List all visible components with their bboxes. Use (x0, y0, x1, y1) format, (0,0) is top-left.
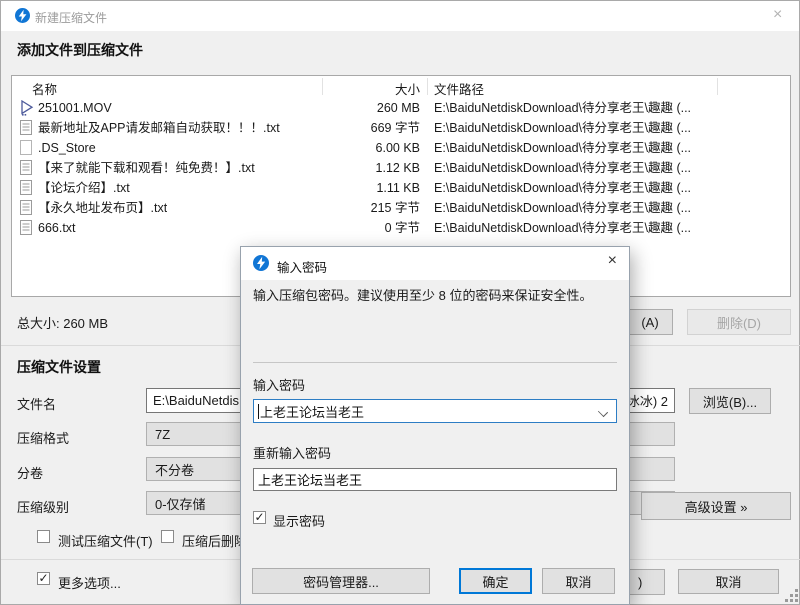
dialog-divider (253, 362, 617, 363)
file-size: 215 字节 (332, 198, 420, 218)
password-manager-button[interactable]: 密码管理器... (252, 568, 430, 594)
file-name: 666.txt (38, 218, 76, 238)
file-name: 【永久地址发布页】.txt (38, 198, 167, 218)
password-label: 输入密码 (253, 375, 305, 394)
file-row[interactable]: 【永久地址发布页】.txt 215 字节 E:\BaiduNetdiskDown… (12, 198, 790, 218)
resize-grip[interactable] (785, 599, 788, 602)
more-options-checkbox[interactable]: ✓ (37, 572, 50, 585)
text-file-icon (20, 220, 32, 241)
delete-after-checkbox[interactable] (161, 530, 174, 543)
more-options-label[interactable]: 更多选项... (58, 573, 121, 592)
filename-label: 文件名 (17, 394, 56, 413)
chevron-down-icon[interactable] (598, 407, 608, 417)
list-header: 名称 大小 文件路径 (12, 76, 790, 97)
file-name: 最新地址及APP请发邮箱自动获取！！！.txt (38, 118, 280, 138)
column-header-name[interactable]: 名称 (32, 79, 57, 98)
dialog-cancel-button[interactable]: 取消 (542, 568, 615, 594)
password-value: 上老王论坛当老王 (260, 402, 364, 421)
advanced-settings-button[interactable]: 高级设置 » (641, 492, 791, 520)
file-path: E:\BaiduNetdiskDownload\待分享老王\趣趣 (... (434, 178, 691, 198)
password-combobox[interactable]: 上老王论坛当老王 (253, 399, 617, 423)
confirm-password-input[interactable] (253, 468, 617, 491)
total-size-label: 总大小: 260 MB (17, 313, 108, 332)
level-value: 0-仅存储 (155, 494, 206, 513)
column-divider[interactable] (322, 78, 323, 95)
file-size: 260 MB (332, 98, 420, 118)
filename-value-right: 冰冰) 2 (627, 391, 668, 410)
column-header-size[interactable]: 大小 (332, 79, 420, 98)
file-row[interactable]: 最新地址及APP请发邮箱自动获取！！！.txt 669 字节 E:\BaiduN… (12, 118, 790, 138)
app-logo-icon (253, 255, 269, 276)
file-path: E:\BaiduNetdiskDownload\待分享老王\趣趣 (... (434, 138, 691, 158)
checkmark-icon: ✓ (254, 510, 264, 524)
dialog-titlebar: 输入密码 × (241, 247, 629, 280)
add-files-heading: 添加文件到压缩文件 (17, 40, 143, 60)
filename-value-left: E:\BaiduNetdis (153, 393, 239, 408)
checkmark-icon: ✓ (38, 571, 48, 585)
file-size: 1.11 KB (332, 178, 420, 198)
file-row[interactable]: 【来了就能下载和观看！纯免费！】.txt 1.12 KB E:\BaiduNet… (12, 158, 790, 178)
file-path: E:\BaiduNetdiskDownload\待分享老王\趣趣 (... (434, 218, 691, 238)
close-icon[interactable]: × (608, 253, 617, 269)
file-row[interactable]: 【论坛介绍】.txt 1.11 KB E:\BaiduNetdiskDownlo… (12, 178, 790, 198)
column-divider[interactable] (717, 78, 718, 95)
window-title: 新建压缩文件 (35, 9, 107, 26)
password-instruction: 输入压缩包密码。建议使用至少 8 位的密码来保证安全性。 (253, 287, 619, 305)
volume-value: 不分卷 (155, 460, 194, 479)
show-password-label[interactable]: 显示密码 (273, 511, 325, 530)
level-label: 压缩级别 (17, 497, 69, 516)
file-row[interactable]: 666.txt 0 字节 E:\BaiduNetdiskDownload\待分享… (12, 218, 790, 238)
file-size: 6.00 KB (332, 138, 420, 158)
show-password-checkbox[interactable]: ✓ (253, 511, 266, 524)
text-caret (258, 404, 259, 419)
file-path: E:\BaiduNetdiskDownload\待分享老王\趣趣 (... (434, 198, 691, 218)
delete-button[interactable]: 删除(D) (687, 309, 791, 335)
delete-after-label[interactable]: 压缩后删除 (182, 531, 247, 550)
confirm-password-label: 重新输入密码 (253, 443, 331, 462)
app-logo-icon (15, 8, 30, 28)
file-row[interactable]: .DS_Store 6.00 KB E:\BaiduNetdiskDownloa… (12, 138, 790, 158)
dialog-title: 输入密码 (277, 257, 327, 276)
browse-button[interactable]: 浏览(B)... (689, 388, 771, 414)
file-name: 251001.MOV (38, 98, 112, 118)
volume-label: 分卷 (17, 463, 43, 482)
archive-settings-heading: 压缩文件设置 (17, 357, 101, 377)
file-size: 1.12 KB (332, 158, 420, 178)
file-name: .DS_Store (38, 138, 96, 158)
start-button-partial[interactable]: ) (627, 569, 665, 595)
main-titlebar: 新建压缩文件 × (1, 1, 799, 31)
file-name: 【来了就能下载和观看！纯免费！】.txt (38, 158, 255, 178)
close-icon[interactable]: × (773, 7, 782, 23)
ok-button[interactable]: 确定 (459, 568, 532, 594)
column-header-path[interactable]: 文件路径 (434, 79, 484, 98)
file-path: E:\BaiduNetdiskDownload\待分享老王\趣趣 (... (434, 118, 691, 138)
file-path: E:\BaiduNetdiskDownload\待分享老王\趣趣 (... (434, 98, 691, 118)
main-cancel-button[interactable]: 取消 (678, 569, 779, 594)
column-divider[interactable] (427, 78, 428, 95)
add-button-partial[interactable]: (A) (627, 309, 673, 335)
file-path: E:\BaiduNetdiskDownload\待分享老王\趣趣 (... (434, 158, 691, 178)
file-row[interactable]: 251001.MOV 260 MB E:\BaiduNetdiskDownloa… (12, 98, 790, 118)
test-archive-checkbox[interactable] (37, 530, 50, 543)
file-size: 0 字节 (332, 218, 420, 238)
file-size: 669 字节 (332, 118, 420, 138)
test-archive-label[interactable]: 测试压缩文件(T) (58, 531, 153, 550)
format-label: 压缩格式 (17, 428, 69, 447)
file-rows: 251001.MOV 260 MB E:\BaiduNetdiskDownloa… (12, 98, 790, 238)
file-name: 【论坛介绍】.txt (38, 178, 130, 198)
password-dialog: 输入密码 × 输入压缩包密码。建议使用至少 8 位的密码来保证安全性。 输入密码… (240, 246, 630, 605)
format-value: 7Z (155, 427, 170, 442)
